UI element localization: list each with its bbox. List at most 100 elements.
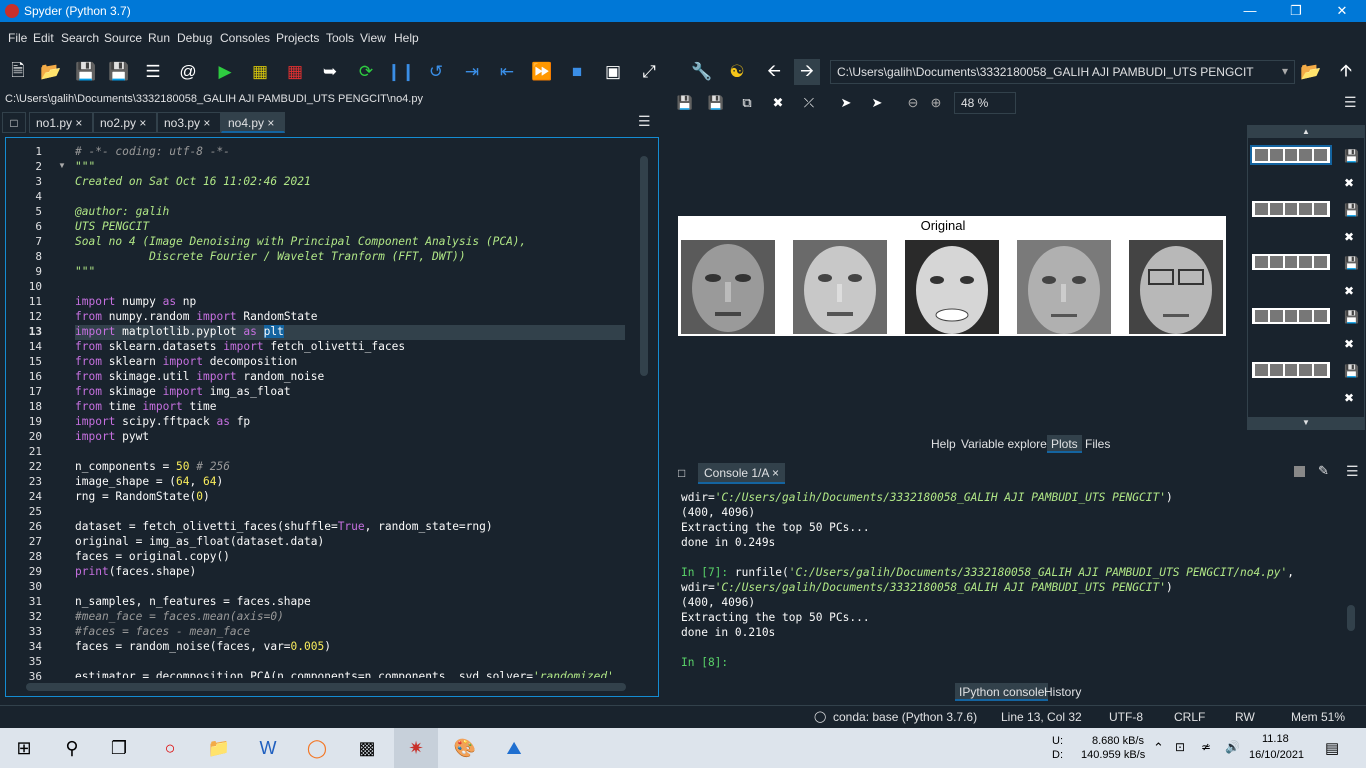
- stop-debug-icon[interactable]: ■: [564, 59, 590, 85]
- tab-files[interactable]: Files: [1081, 435, 1114, 453]
- code-line[interactable]: print(faces.shape): [75, 565, 196, 580]
- code-line[interactable]: import matplotlib.pyplot as plt: [75, 325, 625, 340]
- maximize-button[interactable]: ❐: [1273, 0, 1319, 22]
- fullscreen-icon[interactable]: ⤢: [636, 59, 662, 85]
- next-plot-icon[interactable]: ➤: [864, 90, 890, 116]
- network-icon[interactable]: ⊡: [1175, 740, 1185, 754]
- tab-plots[interactable]: Plots: [1047, 435, 1082, 453]
- thumbnail-close-icon[interactable]: ✖: [1344, 230, 1354, 244]
- parent-directory-icon[interactable]: 🡩: [1333, 59, 1359, 85]
- remove-plot-icon[interactable]: ✖: [765, 90, 791, 116]
- code-line[interactable]: Created on Sat Oct 16 11:02:46 2021: [75, 175, 311, 190]
- python-path-icon[interactable]: ☯: [724, 59, 750, 85]
- back-arrow-icon[interactable]: 🡨: [761, 59, 787, 85]
- menu-edit[interactable]: Edit: [33, 31, 54, 45]
- menu-run[interactable]: Run: [148, 31, 170, 45]
- browse-directory-icon[interactable]: 📂: [1298, 59, 1324, 85]
- code-line[interactable]: UTS PENGCIT: [75, 220, 149, 235]
- code-line[interactable]: estimator = decomposition.PCA(n_componen…: [75, 670, 614, 678]
- tab-help[interactable]: Help: [927, 435, 960, 453]
- plots-options-icon[interactable]: ☰: [1344, 94, 1357, 111]
- code-line[interactable]: from time import time: [75, 400, 216, 415]
- code-line[interactable]: """: [75, 265, 95, 280]
- save-plot-icon[interactable]: 💾: [672, 90, 698, 116]
- fold-chevron-icon[interactable]: ▼: [58, 161, 66, 170]
- windows-start-icon[interactable]: ⊞: [2, 728, 46, 768]
- chevron-down-icon[interactable]: ▾: [1282, 64, 1288, 78]
- thumbnail-1[interactable]: [1250, 145, 1332, 165]
- code-line[interactable]: """: [75, 160, 95, 175]
- run-cell-advance-icon[interactable]: ▦: [282, 59, 308, 85]
- thumbnail-close-icon[interactable]: ✖: [1344, 337, 1354, 351]
- code-line[interactable]: image_shape = (64, 64): [75, 475, 223, 490]
- photos-icon[interactable]: ⛰: [492, 728, 536, 768]
- tab-variable-explorer[interactable]: Variable explorer: [957, 435, 1055, 453]
- thumbnail-save-icon[interactable]: 💾: [1344, 203, 1359, 217]
- code-line[interactable]: rng = RandomState(0): [75, 490, 210, 505]
- code-line[interactable]: n_samples, n_features = faces.shape: [75, 595, 311, 610]
- maximize-pane-icon[interactable]: ▣: [600, 59, 626, 85]
- step-into-icon[interactable]: ⇥: [459, 59, 485, 85]
- tray-chevron-up-icon[interactable]: ⌃: [1153, 740, 1164, 756]
- thumbnail-close-icon[interactable]: ✖: [1344, 391, 1354, 405]
- code-line[interactable]: Discrete Fourier / Wavelet Tranform (FFT…: [75, 250, 466, 265]
- editor-options-icon[interactable]: ☰: [638, 113, 651, 130]
- clear-console-icon[interactable]: ✎: [1318, 463, 1329, 479]
- save-all-icon[interactable]: 💾: [106, 59, 132, 85]
- code-line[interactable]: faces = random_noise(faces, var=0.005): [75, 640, 331, 655]
- code-line[interactable]: @author: galih: [75, 205, 169, 220]
- editor-horizontal-scrollbar[interactable]: [26, 683, 626, 691]
- code-line[interactable]: from sklearn import decomposition: [75, 355, 297, 370]
- menu-debug[interactable]: Debug: [177, 31, 212, 45]
- volume-icon[interactable]: 🔊: [1225, 740, 1240, 754]
- code-line[interactable]: #mean_face = faces.mean(axis=0): [75, 610, 284, 625]
- debug-icon[interactable]: ❙❙: [387, 59, 416, 85]
- step-icon[interactable]: ↺: [423, 59, 449, 85]
- thumbnail-close-icon[interactable]: ✖: [1344, 176, 1354, 190]
- paint-icon[interactable]: 🎨: [443, 728, 487, 768]
- email-at-icon[interactable]: @: [175, 59, 201, 85]
- run-selection-icon[interactable]: ➥: [317, 59, 343, 85]
- file-explorer-icon[interactable]: 📁: [197, 728, 241, 768]
- file-list-icon[interactable]: ☰: [140, 59, 166, 85]
- preferences-wrench-icon[interactable]: 🔧: [689, 59, 715, 85]
- code-line[interactable]: dataset = fetch_olivetti_faces(shuffle=T…: [75, 520, 493, 535]
- tab-no4[interactable]: no4.py ×: [221, 112, 285, 133]
- remove-all-plots-icon[interactable]: ⤫: [796, 90, 822, 116]
- thumbnail-save-icon[interactable]: 💾: [1344, 149, 1359, 163]
- menu-consoles[interactable]: Consoles: [220, 31, 270, 45]
- continue-icon[interactable]: ⏩: [529, 59, 555, 85]
- code-line[interactable]: faces = original.copy(): [75, 550, 230, 565]
- clock-date[interactable]: 16/10/2021: [1249, 749, 1304, 761]
- menu-tools[interactable]: Tools: [326, 31, 354, 45]
- tab-no3[interactable]: no3.py ×: [157, 112, 221, 133]
- close-button[interactable]: ✕: [1319, 0, 1365, 22]
- minimize-button[interactable]: —: [1227, 0, 1273, 22]
- tab-history[interactable]: History: [1040, 683, 1085, 701]
- task-view-icon[interactable]: ❐: [97, 728, 141, 768]
- thumbnail-save-icon[interactable]: 💾: [1344, 310, 1359, 324]
- code-line[interactable]: Soal no 4 (Image Denoising with Principa…: [75, 235, 526, 250]
- step-return-icon[interactable]: ⇤: [494, 59, 520, 85]
- search-icon[interactable]: ⚲: [50, 728, 94, 768]
- code-line[interactable]: from numpy.random import RandomState: [75, 310, 318, 325]
- code-line[interactable]: original = img_as_float(dataset.data): [75, 535, 324, 550]
- spyder-icon[interactable]: ✷: [394, 728, 438, 768]
- code-line[interactable]: n_components = 50 # 256: [75, 460, 230, 475]
- thumbnail-3[interactable]: [1252, 254, 1330, 270]
- code-line[interactable]: import numpy as np: [75, 295, 196, 310]
- code-editor[interactable]: 1 2 3 4 5 6 7 8 9 10 11 12 13 14 15 16 17 18 19 20 21 22 23 24 2…: [5, 137, 659, 697]
- thumbnail-close-icon[interactable]: ✖: [1344, 284, 1354, 298]
- tab-no1[interactable]: no1.py ×: [29, 112, 93, 133]
- code-line[interactable]: from skimage import img_as_float: [75, 385, 291, 400]
- open-file-icon[interactable]: 📂: [38, 59, 64, 85]
- browse-console-tabs-icon[interactable]: □: [678, 466, 685, 480]
- menu-view[interactable]: View: [360, 31, 386, 45]
- save-all-plots-icon[interactable]: 💾: [703, 90, 729, 116]
- run-icon[interactable]: ▶: [212, 59, 238, 85]
- thumbnail-4[interactable]: [1252, 308, 1330, 324]
- editor-vertical-scrollbar[interactable]: [640, 156, 648, 376]
- code-line[interactable]: from skimage.util import random_noise: [75, 370, 324, 385]
- thumbnail-2[interactable]: [1252, 201, 1330, 217]
- tab-console-1a[interactable]: Console 1/A ×: [698, 463, 786, 484]
